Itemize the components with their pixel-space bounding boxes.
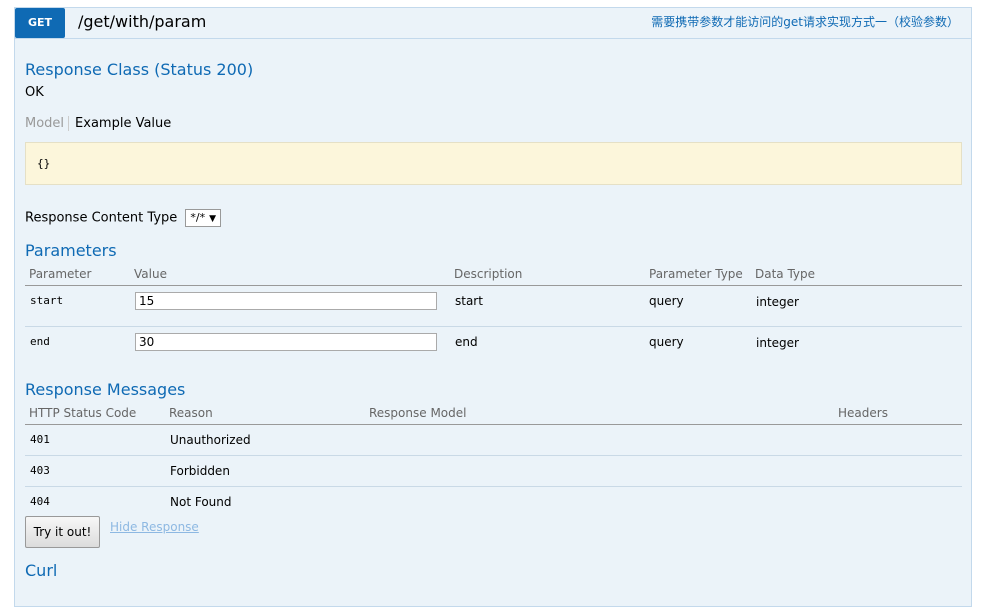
param-name: end [30,335,50,348]
status-reason: Not Found [170,495,232,509]
param-header-divider [25,285,962,286]
example-value-text: {} [37,157,51,170]
operation-heading[interactable]: GET /get/with/param 需要携带参数才能访问的get请求实现方式… [15,8,971,39]
start-value-input[interactable] [135,292,437,310]
content-type-selected: */* [190,211,206,224]
resp-header-reason: Reason [169,406,213,420]
response-content-type: Response Content Type */* ▼ [25,209,222,227]
method-badge[interactable]: GET [15,8,65,38]
example-value-snippet: {} [25,142,962,185]
status-reason: Forbidden [170,464,230,478]
param-name: start [30,294,64,307]
content-type-select[interactable]: */* ▼ [185,209,222,227]
endpoint-summary[interactable]: 需要携带参数才能访问的get请求实现方式一（校验参数） [651,14,959,30]
chevron-down-icon: ▼ [209,214,217,224]
param-header-value: Value [134,267,167,281]
parameters-title: Parameters [25,241,117,260]
param-header-parameter: Parameter [29,267,92,281]
status-code: 404 [30,495,50,508]
hide-response-link[interactable]: Hide Response [110,520,199,534]
response-status-text: OK [25,85,44,100]
operation-panel: GET /get/with/param 需要携带参数才能访问的get请求实现方式… [14,7,972,607]
model-tabs: Model Example Value [25,116,171,136]
tab-example-value[interactable]: Example Value [69,116,171,131]
row-divider [25,455,962,456]
param-data-type: integer [756,295,799,309]
response-content-type-label: Response Content Type [25,210,178,226]
param-description: start [455,294,483,308]
param-type: query [649,294,684,308]
row-divider [25,326,962,327]
status-reason: Unauthorized [170,433,251,447]
param-header-description: Description [454,267,523,281]
param-type: query [649,335,684,349]
resp-header-response-model: Response Model [369,406,467,420]
end-value-input[interactable] [135,333,437,351]
response-messages-title: Response Messages [25,380,186,399]
status-code: 401 [30,433,50,446]
resp-header-status-code: HTTP Status Code [29,406,137,420]
param-description: end [455,335,478,349]
try-it-out-button[interactable]: Try it out! [25,516,100,548]
param-header-parameter-type: Parameter Type [649,267,743,281]
resp-header-divider [25,424,962,425]
param-header-data-type: Data Type [755,267,816,281]
endpoint-path[interactable]: /get/with/param [78,12,206,32]
curl-title: Curl [25,561,58,580]
resp-header-headers: Headers [838,406,888,420]
response-class-title: Response Class (Status 200) [25,60,254,79]
row-divider [25,486,962,487]
status-code: 403 [30,464,50,477]
param-data-type: integer [756,336,799,350]
tab-model[interactable]: Model [25,116,70,131]
